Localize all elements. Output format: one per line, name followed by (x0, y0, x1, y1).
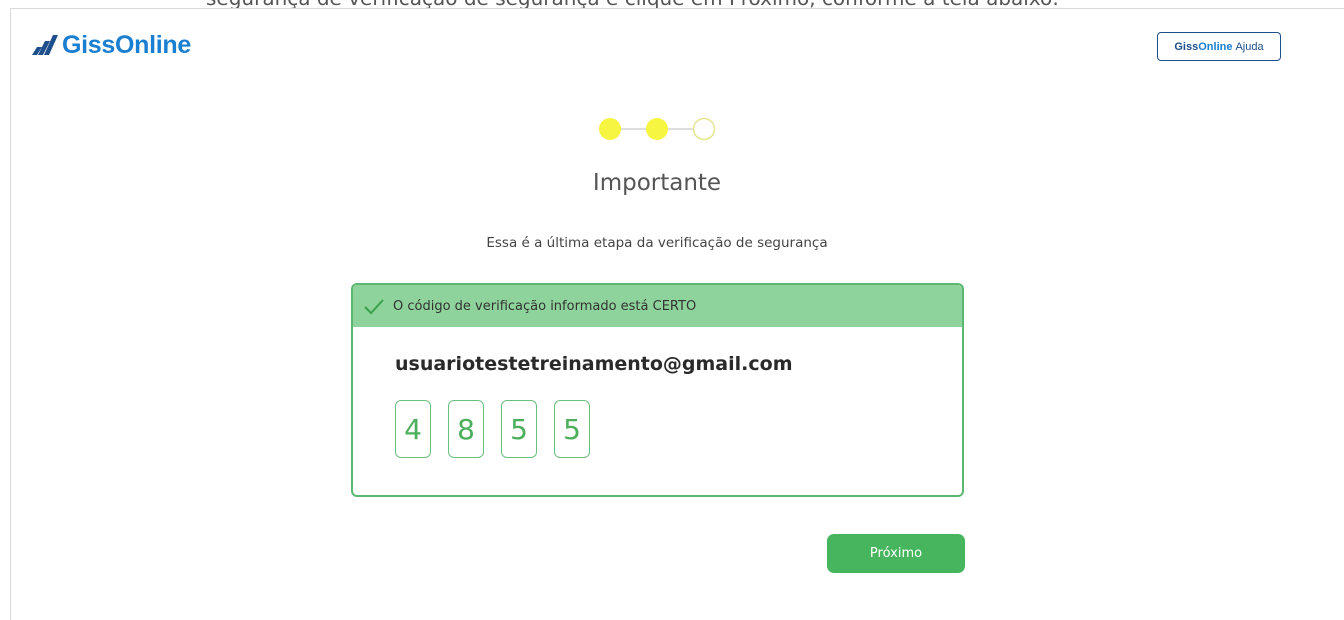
instruction-text: segurança de verificação de segurança e … (206, 0, 1059, 8)
step-3-pending (692, 117, 716, 141)
clipped-instruction-text: segurança de verificação de segurança e … (0, 0, 1344, 8)
code-digit-4[interactable]: 5 (554, 400, 590, 458)
code-digit-1[interactable]: 4 (395, 400, 431, 458)
logo-bars-icon (32, 35, 58, 55)
help-brand: GissOnline (1174, 41, 1232, 53)
code-digit-2[interactable]: 8 (448, 400, 484, 458)
success-message: O código de verificação informado está C… (393, 298, 697, 314)
success-banner: O código de verificação informado está C… (353, 285, 962, 327)
verification-code: 4 8 5 5 (395, 400, 607, 458)
help-label: Ajuda (1235, 40, 1264, 53)
help-button[interactable]: GissOnline Ajuda (1157, 32, 1281, 61)
logo-text: GissOnline (62, 30, 191, 59)
progress-stepper (599, 117, 716, 141)
step-1-complete (599, 118, 621, 140)
page-title: Importante (592, 170, 722, 196)
next-button[interactable]: Próximo (827, 534, 965, 573)
verification-card: O código de verificação informado está C… (351, 283, 964, 497)
check-icon (364, 299, 384, 315)
code-digit-3[interactable]: 5 (501, 400, 537, 458)
gissonline-logo[interactable]: GissOnline (32, 30, 191, 60)
page-subtitle: Essa é a última etapa da verificação de … (486, 235, 828, 251)
help-brand-online: Online (1198, 40, 1233, 53)
help-brand-giss: Giss (1174, 40, 1199, 53)
step-2-complete (646, 118, 668, 140)
user-email: usuariotestetreinamento@gmail.com (395, 353, 793, 375)
